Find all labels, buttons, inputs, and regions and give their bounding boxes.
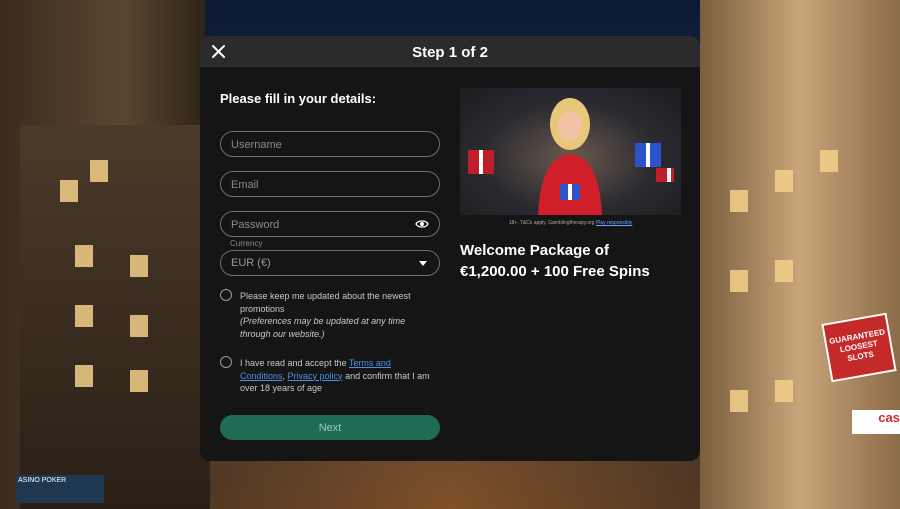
promotions-note: (Preferences may be updated at any time … — [240, 316, 406, 339]
promo-title-line2: €1,200.00 + 100 Free Spins — [460, 263, 650, 280]
promo-caption: 18+. T&Cs apply. Gamblingtherapy.org Pla… — [460, 220, 681, 226]
play-responsibly-link[interactable]: Play responsibly — [596, 220, 632, 226]
form-heading: Please fill in your details: — [220, 91, 377, 106]
slots-sign: GUARANTEED LOOSEST SLOTS — [821, 312, 897, 383]
username-field-wrapper — [220, 131, 440, 158]
password-input[interactable] — [221, 212, 403, 238]
password-field-wrapper — [220, 211, 440, 238]
casino-sign: cas — [852, 410, 900, 434]
terms-consent: I have read and accept the Terms and Con… — [220, 356, 440, 395]
terms-consent-text: I have read and accept the Terms and Con… — [240, 357, 438, 395]
building-left-front — [20, 125, 210, 509]
promotions-text: Please keep me updated about the newest … — [240, 291, 411, 314]
terms-checkbox[interactable] — [220, 356, 232, 368]
promotions-checkbox[interactable] — [220, 289, 232, 301]
promo-caption-text: 18+. T&Cs apply. Gamblingtherapy.org — [508, 220, 596, 226]
gift-icon — [656, 168, 674, 182]
promo-title: Welcome Package of €1,200.00 + 100 Free … — [460, 240, 681, 282]
currency-select[interactable]: EUR (€) — [220, 250, 440, 276]
registration-modal: Step 1 of 2 Please fill in your details:… — [200, 36, 700, 461]
promo-title-line1: Welcome Package of — [460, 242, 609, 259]
promo-panel: 18+. T&Cs apply. Gamblingtherapy.org Pla… — [460, 88, 681, 282]
currency-label: Currency — [230, 239, 263, 248]
eye-icon[interactable] — [415, 218, 429, 230]
casino-logo: ASINO POKER — [16, 475, 104, 503]
email-input[interactable] — [221, 172, 403, 198]
next-button[interactable]: Next — [220, 415, 440, 440]
gift-icon — [635, 143, 661, 167]
terms-prefix: I have read and accept the — [240, 358, 349, 368]
chevron-down-icon — [419, 260, 427, 266]
registration-form: Please fill in your details: Currency EU… — [220, 91, 440, 395]
woman-figure — [538, 98, 602, 215]
promotions-consent-text: Please keep me updated about the newest … — [240, 290, 438, 340]
promo-image — [460, 88, 681, 215]
privacy-link[interactable]: Privacy policy — [288, 371, 343, 381]
promotions-consent: Please keep me updated about the newest … — [220, 289, 440, 340]
username-input[interactable] — [221, 132, 403, 158]
modal-header: Step 1 of 2 — [200, 36, 700, 67]
gift-icon — [468, 150, 494, 174]
currency-value: EUR (€) — [231, 257, 271, 269]
email-field-wrapper — [220, 171, 440, 198]
modal-title: Step 1 of 2 — [412, 44, 488, 61]
